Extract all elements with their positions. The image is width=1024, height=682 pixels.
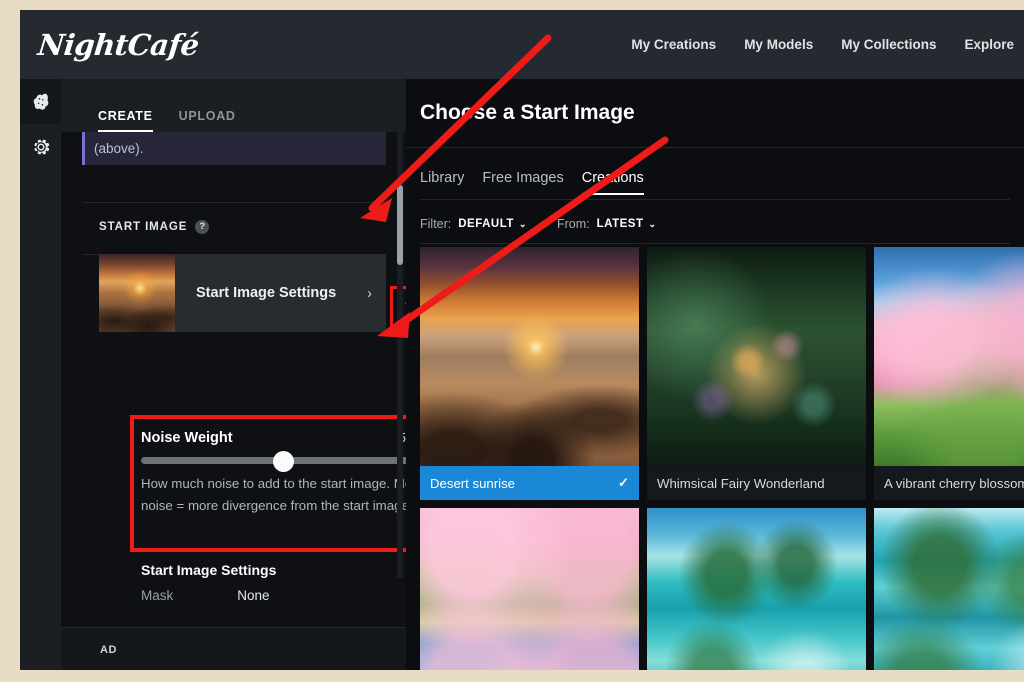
gear-icon [30, 136, 52, 158]
tab-library[interactable]: Library [420, 170, 464, 195]
ad-slot: AD [61, 627, 406, 670]
image-caption-bar: Desert sunrise ✓ [420, 466, 639, 500]
image-grid: Desert sunrise ✓ Whimsical Fairy Wonderl… [420, 247, 1024, 670]
image-card[interactable] [647, 508, 866, 670]
noise-weight-label: Noise Weight [141, 430, 233, 446]
picker-tabs: Library Free Images Creations [420, 170, 644, 195]
filter-label: Filter: [420, 217, 451, 231]
image-card[interactable]: Whimsical Fairy Wonderland [647, 247, 866, 500]
start-image-thumbnail [99, 254, 175, 332]
chevron-down-icon: ⌄ [648, 219, 656, 230]
nav-link-explore[interactable]: Explore [964, 37, 1014, 52]
mask-label: Mask [141, 588, 173, 603]
start-image-settings-heading: Start Image Settings [141, 562, 276, 578]
left-icon-rail [20, 79, 61, 670]
nav-link-my-creations[interactable]: My Creations [631, 37, 716, 52]
image-caption: A vibrant cherry blossom [884, 476, 1024, 491]
help-icon[interactable]: ? [195, 220, 209, 234]
chevron-right-icon: › [367, 285, 372, 302]
start-image-settings-label: Start Image Settings [196, 285, 336, 301]
image-thumbnail [874, 247, 1024, 466]
divider [420, 243, 1010, 244]
filter-value: DEFAULT [458, 218, 514, 230]
from-label: From: [557, 217, 590, 231]
ad-label: AD [100, 644, 117, 656]
image-caption: Whimsical Fairy Wonderland [657, 476, 825, 491]
start-image-picker-panel: Choose a Start Image Library Free Images… [406, 79, 1024, 670]
image-card-selected[interactable]: Desert sunrise ✓ [420, 247, 639, 500]
check-icon: ✓ [618, 475, 629, 491]
divider [82, 202, 386, 203]
noise-weight-description: How much noise to add to the start image… [141, 473, 426, 517]
image-caption-bar: Whimsical Fairy Wonderland [647, 466, 866, 500]
nav-link-my-models[interactable]: My Models [744, 37, 813, 52]
start-image-label: START IMAGE [99, 221, 187, 233]
slider-thumb[interactable] [273, 451, 294, 472]
panel-scroll-body: (above). [61, 132, 406, 627]
image-card[interactable]: A vibrant cherry blossom [874, 247, 1024, 500]
from-dropdown[interactable]: LATEST ⌄ [597, 218, 657, 230]
image-thumbnail [647, 247, 866, 466]
image-thumbnail [420, 508, 639, 670]
top-navigation-bar: NightCafé My Creations My Models My Coll… [20, 10, 1024, 79]
filter-row: Filter: DEFAULT ⌄ From: LATEST ⌄ [420, 217, 657, 231]
tab-free-images[interactable]: Free Images [482, 170, 563, 195]
chevron-down-icon: ⌄ [519, 219, 527, 230]
tab-create[interactable]: CREATE [98, 109, 153, 132]
tab-creations[interactable]: Creations [582, 170, 644, 195]
divider [420, 199, 1010, 200]
noise-weight-slider[interactable] [141, 453, 424, 467]
filter-dropdown[interactable]: DEFAULT ⌄ [458, 218, 527, 230]
create-settings-panel: CREATE UPLOAD (above). START IMAGE ? Sta… [61, 79, 406, 670]
noise-weight-row: Noise Weight 50% [141, 430, 424, 446]
rail-item-settings[interactable] [20, 124, 61, 169]
divider [406, 147, 1024, 148]
rail-item-create[interactable] [20, 79, 61, 124]
page-title: Choose a Start Image [420, 101, 635, 125]
start-image-settings-card[interactable]: Start Image Settings › [99, 254, 386, 332]
image-thumbnail [420, 247, 639, 466]
image-thumbnail [647, 508, 866, 670]
image-caption-bar: A vibrant cherry blossom [874, 466, 1024, 500]
nav-link-my-collections[interactable]: My Collections [841, 37, 936, 52]
panel-scrollbar-thumb[interactable] [397, 185, 403, 265]
image-card[interactable] [874, 508, 1024, 670]
prompt-quote-text: (above). [85, 141, 144, 156]
nightcafe-app-window: NightCafé My Creations My Models My Coll… [20, 10, 1024, 670]
nightcafe-logo[interactable]: NightCafé [36, 28, 200, 62]
panel-tabs: CREATE UPLOAD [61, 79, 406, 132]
image-card[interactable] [420, 508, 639, 670]
tab-upload[interactable]: UPLOAD [179, 109, 236, 132]
mask-value: None [237, 588, 269, 603]
top-nav-links: My Creations My Models My Collections Ex… [631, 37, 1024, 52]
prompt-quote-block: (above). [82, 132, 386, 165]
start-image-section-header: START IMAGE ? [99, 220, 209, 234]
brain-icon [30, 91, 52, 113]
from-value: LATEST [597, 218, 644, 230]
mask-row: Mask None [141, 588, 426, 603]
image-thumbnail [874, 508, 1024, 670]
image-caption: Desert sunrise [430, 476, 515, 491]
